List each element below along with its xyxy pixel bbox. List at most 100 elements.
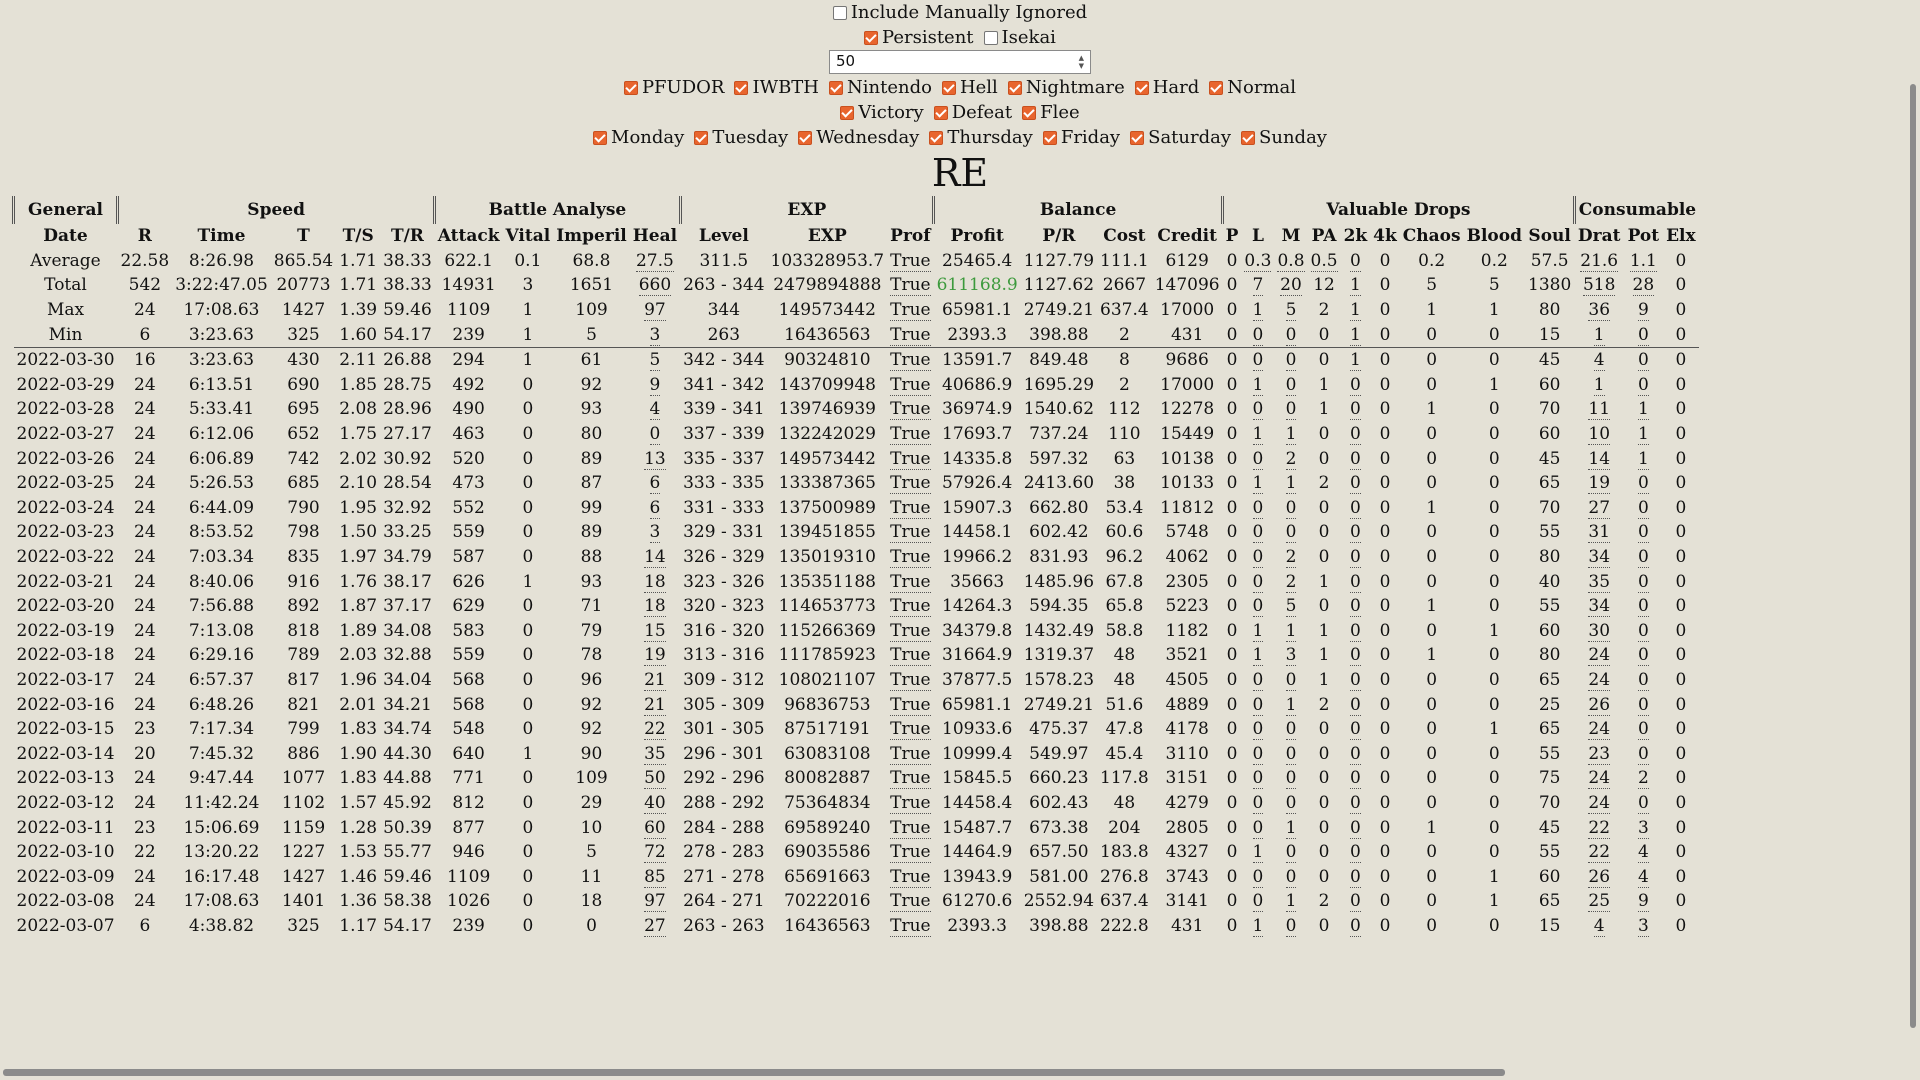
- cell-m[interactable]: 0: [1274, 373, 1307, 398]
- cell-value[interactable]: 0: [1349, 424, 1361, 446]
- column-header-credit[interactable]: Credit: [1152, 224, 1223, 249]
- cell-value[interactable]: 26: [1588, 866, 1611, 888]
- cell-value[interactable]: True: [890, 719, 931, 741]
- column-header-imperil[interactable]: Imperil: [553, 224, 630, 249]
- cell-drat[interactable]: 24: [1574, 791, 1624, 816]
- monday-checkbox[interactable]: Monday: [593, 125, 684, 150]
- cell-prof[interactable]: True: [887, 273, 933, 298]
- cell-value[interactable]: 24: [1588, 669, 1611, 691]
- cell-pot[interactable]: 0: [1624, 520, 1663, 545]
- cell-value[interactable]: True: [890, 300, 931, 322]
- column-header-prof[interactable]: Prof: [887, 224, 933, 249]
- checkbox-icon[interactable]: [1022, 105, 1037, 120]
- cell-prof[interactable]: True: [887, 840, 933, 865]
- cell-pot[interactable]: 1: [1624, 446, 1663, 471]
- column-header-4k[interactable]: 4k: [1370, 224, 1400, 249]
- cell-prof[interactable]: True: [887, 422, 933, 447]
- cell-value[interactable]: True: [890, 620, 931, 642]
- cell-heal[interactable]: 97: [630, 889, 680, 914]
- persistent-checkbox[interactable]: Persistent: [864, 25, 974, 50]
- checkbox-icon[interactable]: [623, 80, 638, 95]
- checkbox-icon[interactable]: [593, 130, 608, 145]
- column-header-p[interactable]: P: [1223, 224, 1242, 249]
- column-header-drat[interactable]: Drat: [1574, 224, 1624, 249]
- flee-checkbox[interactable]: Flee: [1022, 100, 1080, 125]
- cell-heal[interactable]: 14: [630, 545, 680, 570]
- cell-value[interactable]: True: [890, 792, 931, 814]
- cell-value[interactable]: 1: [1593, 374, 1605, 396]
- cell-l[interactable]: 0.3: [1241, 249, 1274, 274]
- cell-prof[interactable]: True: [887, 249, 933, 274]
- cell-value[interactable]: 1: [1252, 374, 1264, 396]
- cell-heal[interactable]: 6: [630, 496, 680, 521]
- cell-pot[interactable]: 0: [1624, 322, 1663, 348]
- cell-value[interactable]: 0: [1252, 743, 1264, 765]
- cell-value[interactable]: 0: [1637, 547, 1649, 569]
- cell-2k[interactable]: 0: [1341, 446, 1371, 471]
- cell-value[interactable]: 10: [1588, 424, 1611, 446]
- cell-drat[interactable]: 14: [1574, 446, 1624, 471]
- cell-drat[interactable]: 4: [1574, 347, 1624, 372]
- cell-value[interactable]: 0: [1252, 719, 1264, 741]
- cell-heal[interactable]: 60: [630, 815, 680, 840]
- cell-l[interactable]: 1: [1241, 298, 1274, 323]
- cell-value[interactable]: 14: [1588, 448, 1611, 470]
- column-header-2k[interactable]: 2k: [1341, 224, 1371, 249]
- cell-value[interactable]: 0: [1349, 694, 1361, 716]
- cell-value[interactable]: 0: [1252, 324, 1264, 346]
- cell-drat[interactable]: 34: [1574, 545, 1624, 570]
- cell-value[interactable]: 0: [1285, 866, 1297, 888]
- cell-drat[interactable]: 23: [1574, 741, 1624, 766]
- cell-value[interactable]: 14: [644, 547, 666, 569]
- cell-drat[interactable]: 31: [1574, 520, 1624, 545]
- cell-value[interactable]: 20: [1280, 275, 1302, 297]
- cell-pot[interactable]: 0: [1624, 643, 1663, 668]
- cell-value[interactable]: True: [890, 424, 931, 446]
- cell-value[interactable]: 0: [1637, 620, 1649, 642]
- cell-value[interactable]: 0: [1252, 866, 1264, 888]
- column-header-chaos[interactable]: Chaos: [1400, 224, 1464, 249]
- cell-value[interactable]: 0: [1637, 743, 1649, 765]
- cell-value[interactable]: 0: [1637, 324, 1649, 346]
- cell-value[interactable]: 50: [644, 768, 666, 790]
- cell-prof[interactable]: True: [887, 643, 933, 668]
- checkbox-icon[interactable]: [1130, 130, 1145, 145]
- cell-value[interactable]: 0: [1637, 719, 1649, 741]
- cell-drat[interactable]: 24: [1574, 643, 1624, 668]
- cell-m[interactable]: 0: [1274, 914, 1307, 939]
- cell-value[interactable]: 0: [1252, 669, 1264, 691]
- cell-prof[interactable]: True: [887, 446, 933, 471]
- cell-pot[interactable]: 0: [1624, 619, 1663, 644]
- cell-value[interactable]: 27: [644, 915, 666, 937]
- cell-value[interactable]: 0: [1349, 620, 1361, 642]
- cell-value[interactable]: 1: [1285, 694, 1297, 716]
- nightmare-checkbox[interactable]: Nightmare: [1007, 75, 1125, 100]
- cell-value[interactable]: 0: [1285, 915, 1297, 937]
- cell-heal[interactable]: 3: [630, 520, 680, 545]
- cell-pot[interactable]: 9: [1624, 889, 1663, 914]
- cell-pot[interactable]: 0: [1624, 692, 1663, 717]
- cell-pot[interactable]: 3: [1624, 914, 1663, 939]
- cell-value[interactable]: 85: [644, 866, 666, 888]
- cell-l[interactable]: 1: [1241, 471, 1274, 496]
- cell-prof[interactable]: True: [887, 545, 933, 570]
- cell-value[interactable]: 0: [1637, 522, 1649, 544]
- cell-2k[interactable]: 0: [1341, 569, 1371, 594]
- column-header-t-r[interactable]: T/R: [380, 224, 435, 249]
- cell-prof[interactable]: True: [887, 766, 933, 791]
- cell-m[interactable]: 0: [1274, 347, 1307, 372]
- cell-value[interactable]: 0: [1349, 374, 1361, 396]
- cell-heal[interactable]: 18: [630, 594, 680, 619]
- cell-value[interactable]: 0: [1349, 768, 1361, 790]
- cell-drat[interactable]: 11: [1574, 397, 1624, 422]
- cell-m[interactable]: 20: [1274, 273, 1307, 298]
- cell-value[interactable]: 0: [1285, 719, 1297, 741]
- cell-drat[interactable]: 1: [1574, 373, 1624, 398]
- cell-pot[interactable]: 0: [1624, 668, 1663, 693]
- cell-l[interactable]: 0: [1241, 322, 1275, 348]
- cell-pot[interactable]: 0: [1624, 791, 1663, 816]
- cell-value[interactable]: 6: [649, 497, 661, 519]
- cell-prof[interactable]: True: [887, 692, 933, 717]
- cell-value[interactable]: 0: [1252, 547, 1264, 569]
- cell-value[interactable]: 3: [649, 324, 661, 346]
